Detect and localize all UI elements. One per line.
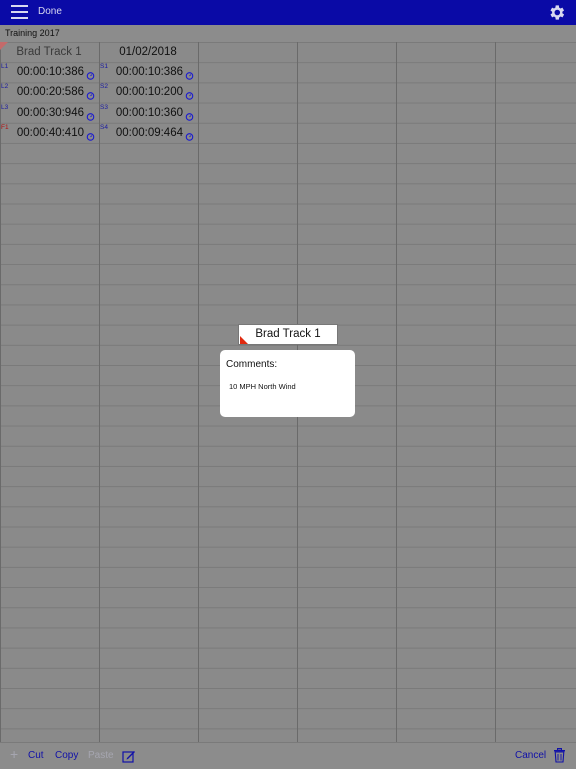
stopwatch-icon[interactable] — [86, 132, 95, 141]
stopwatch-icon[interactable] — [86, 91, 95, 101]
stopwatch-icon[interactable] — [185, 132, 194, 141]
gear-icon[interactable] — [547, 3, 566, 22]
comment-popup[interactable]: Comments: 10 MPH North Wind — [220, 350, 355, 417]
paste-button[interactable]: Paste — [88, 750, 114, 761]
hamburger-icon[interactable] — [11, 5, 28, 19]
lap-cell[interactable]: L1 00:00:10:386 — [0, 62, 98, 82]
stopwatch-icon[interactable] — [86, 112, 95, 121]
split-cell[interactable]: S3 00:00:10:360 — [99, 103, 197, 123]
split-cell[interactable]: S4 00:00:09:464 — [99, 123, 197, 143]
comment-text[interactable]: 10 MPH North Wind — [229, 382, 296, 391]
split-cell[interactable]: S2 00:00:10:200 — [99, 82, 197, 102]
comment-cell-name-tag: Brad Track 1 — [238, 324, 338, 345]
comment-cell-name: Brad Track 1 — [255, 328, 321, 340]
done-button[interactable]: Done — [38, 6, 62, 17]
copy-button[interactable]: Copy — [55, 750, 78, 761]
stopwatch-icon[interactable] — [185, 71, 194, 80]
trash-icon[interactable] — [553, 748, 566, 763]
edit-icon[interactable] — [122, 749, 136, 763]
comment-title: Comments: — [226, 359, 278, 370]
bottom-toolbar: + Cut Copy Paste Cancel — [0, 742, 576, 769]
lap-cell[interactable]: L3 00:00:30:946 — [0, 103, 98, 123]
cut-button[interactable]: Cut — [28, 750, 44, 761]
split-cell[interactable]: S1 00:00:10:386 — [99, 62, 197, 82]
cancel-button[interactable]: Cancel — [515, 750, 546, 761]
stopwatch-icon[interactable] — [185, 91, 194, 101]
top-bar: Done — [0, 0, 576, 25]
lap-cell[interactable]: L2 00:00:20:586 — [0, 82, 98, 102]
sheet-title: Training 2017 — [5, 28, 60, 38]
header-cell-name[interactable]: Brad Track 1 — [0, 42, 98, 62]
sheet-title-bar: Training 2017 — [0, 25, 576, 43]
stopwatch-icon[interactable] — [86, 71, 95, 80]
comment-flag-icon — [240, 336, 248, 344]
header-cell-date[interactable]: 01/02/2018 — [99, 42, 197, 62]
stopwatch-icon[interactable] — [185, 112, 194, 121]
lap-cell[interactable]: F1 00:00:40:410 — [0, 123, 98, 143]
add-button[interactable]: + — [10, 746, 18, 762]
